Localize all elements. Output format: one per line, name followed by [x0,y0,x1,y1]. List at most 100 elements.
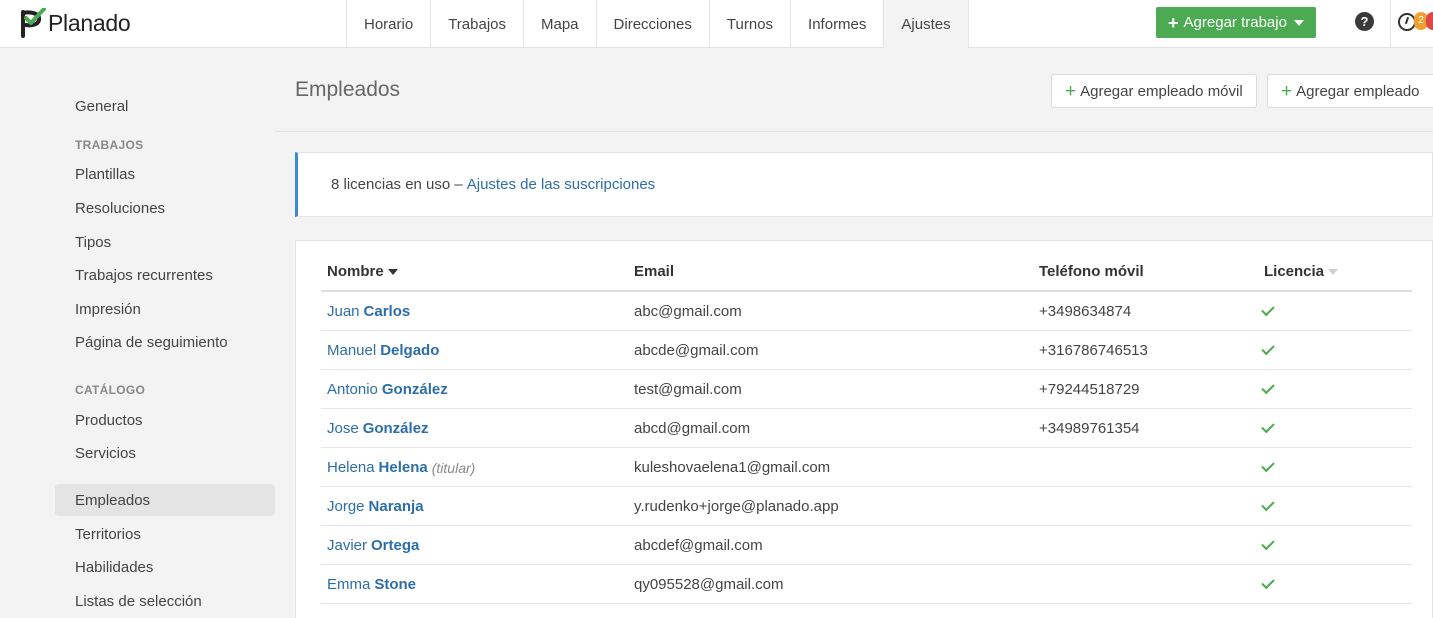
planado-logo[interactable]: Planado [20,8,131,38]
sidebar-heading-trabajos: TRABAJOS [75,138,144,152]
plus-icon: + [1281,80,1293,102]
employee-license-cell [1261,448,1275,487]
add-mobile-employee-label: Agregar empleado móvil [1080,82,1243,100]
nav-informes[interactable]: Informes [790,0,883,48]
employee-email: abcde@gmail.com [634,342,759,359]
sort-desc-icon [387,269,398,275]
check-icon [1261,497,1275,512]
check-icon [1261,341,1275,356]
column-header-name-label: Nombre [327,263,384,280]
sidebar-item-trabajos-recurrentes[interactable]: Trabajos recurrentes [55,259,275,291]
employee-last-name[interactable]: González [382,381,448,398]
employee-first-name[interactable]: Juan [327,303,360,320]
employee-license-cell [1261,409,1275,448]
employee-license-cell [1261,526,1275,565]
nav-direcciones[interactable]: Direcciones [595,0,709,48]
employee-phone: +316786746513 [1039,342,1148,359]
employee-first-name[interactable]: Emma [327,576,370,593]
employee-last-name[interactable]: Ortega [371,537,419,554]
employee-first-name[interactable]: Manuel [327,342,376,359]
nav-trabajos[interactable]: Trabajos [430,0,523,48]
top-bar: Planado Horario Trabajos Mapa Direccione… [0,0,1433,48]
subscription-settings-link[interactable]: Ajustes de las suscripciones [467,176,655,193]
employee-last-name[interactable]: Delgado [380,342,439,359]
employee-first-name[interactable]: Helena [327,459,375,476]
help-icon[interactable]: ? [1355,12,1374,31]
sidebar-item-tipos[interactable]: Tipos [55,226,275,258]
employee-last-name[interactable]: González [363,420,429,437]
check-icon [1261,302,1275,317]
employee-email: abcd@gmail.com [634,420,751,437]
employee-last-name[interactable]: Carlos [364,303,411,320]
sort-icon [1328,269,1339,275]
employee-email: abcdef@gmail.com [634,537,763,554]
employee-last-name[interactable]: Stone [374,576,416,593]
nav-horario[interactable]: Horario [346,0,430,48]
employee-name-cell[interactable]: Javier Ortega [327,526,419,565]
employee-name-cell[interactable]: Emma Stone [327,565,416,604]
nav-mapa[interactable]: Mapa [523,0,596,48]
check-icon [1261,536,1275,551]
sidebar-item-listas-seleccion[interactable]: Listas de selección [55,585,275,617]
table-row[interactable]: Antonio González test@gmail.com +7924451872… [321,370,1412,409]
employee-name-cell[interactable]: Juan Carlos [327,292,410,331]
add-mobile-employee-button[interactable]: + Agregar empleado móvil [1051,74,1257,108]
employee-last-name[interactable]: Helena [379,459,428,476]
employee-name-cell[interactable]: Jorge Naranja [327,487,424,526]
caret-down-icon [1293,19,1304,26]
sidebar-item-impresion[interactable]: Impresión [55,293,275,325]
sidebar-item-habilidades[interactable]: Habilidades [55,551,275,583]
employee-license-cell [1261,565,1275,604]
employee-role-note: (titular) [431,459,476,476]
alert-badge[interactable] [1426,12,1433,30]
table-row[interactable]: Helena Helena (titular) kuleshovaelena1@gma… [321,448,1412,487]
employee-name-cell[interactable]: Helena Helena (titular) [327,448,475,487]
employee-first-name[interactable]: Jorge [327,498,365,515]
topbar-divider [1390,0,1391,48]
table-row[interactable]: Javier Ortega abcdef@gmail.com [321,526,1412,565]
employee-name-cell[interactable]: Jose González [327,409,429,448]
employee-email: qy095528@gmail.com [634,576,784,593]
sidebar-item-plantillas[interactable]: Plantillas [55,158,275,190]
employee-license-cell [1261,331,1275,370]
sidebar-item-territorios[interactable]: Territorios [55,518,275,550]
check-icon [1261,419,1275,434]
employee-email: y.rudenko+jorge@planado.app [634,498,839,515]
employee-first-name[interactable]: Javier [327,537,367,554]
table-row[interactable]: Juan Carlos abc@gmail.com +3498634874 [321,292,1412,331]
nav-turnos[interactable]: Turnos [708,0,790,48]
employee-first-name[interactable]: Jose [327,420,359,437]
sidebar-item-productos[interactable]: Productos [55,404,275,436]
employee-license-cell [1261,370,1275,409]
column-header-license[interactable]: Licencia [1264,263,1339,280]
employee-name-cell[interactable]: Manuel Delgado [327,331,439,370]
nav-ajustes[interactable]: Ajustes [883,0,969,48]
table-row[interactable]: Manuel Delgado abcde@gmail.com +31678674651… [321,331,1412,370]
sidebar-item-servicios[interactable]: Servicios [55,437,275,469]
plus-icon: + [1065,80,1077,102]
license-info-box: 8 licencias en uso – Ajustes de las susc… [295,152,1433,217]
column-header-email[interactable]: Email [634,263,674,280]
column-header-license-label: Licencia [1264,263,1325,280]
header-divider [275,131,1433,132]
column-header-name[interactable]: Nombre [327,263,398,280]
employee-first-name[interactable]: Antonio [327,381,378,398]
employee-last-name[interactable]: Naranja [369,498,424,515]
sidebar-item-empleados[interactable]: Empleados [55,484,275,516]
add-job-button[interactable]: + Agregar trabajo [1156,7,1316,38]
employee-email: abc@gmail.com [634,303,742,320]
employee-email: kuleshovaelena1@gmail.com [634,459,831,476]
add-employee-button[interactable]: + Agregar empleado [1267,74,1433,108]
column-header-phone[interactable]: Teléfono móvil [1039,263,1144,280]
table-row[interactable]: Jose González abcd@gmail.com +34989761354 [321,409,1412,448]
sidebar-item-general[interactable]: General [55,90,275,122]
employee-name-cell[interactable]: Antonio González [327,370,448,409]
sidebar-item-resoluciones[interactable]: Resoluciones [55,192,275,224]
sidebar-item-pagina-seguimiento[interactable]: Página de seguimiento [55,326,275,358]
check-icon [1261,458,1275,473]
table-row[interactable]: Jorge Naranja y.rudenko+jorge@planado.app [321,487,1412,526]
employee-license-cell [1261,292,1275,331]
employees-table: Nombre Email Teléfono móvil Licencia Jua… [295,240,1433,618]
table-row[interactable]: Emma Stone qy095528@gmail.com [321,565,1412,604]
column-header-phone-label: Teléfono móvil [1039,263,1144,280]
